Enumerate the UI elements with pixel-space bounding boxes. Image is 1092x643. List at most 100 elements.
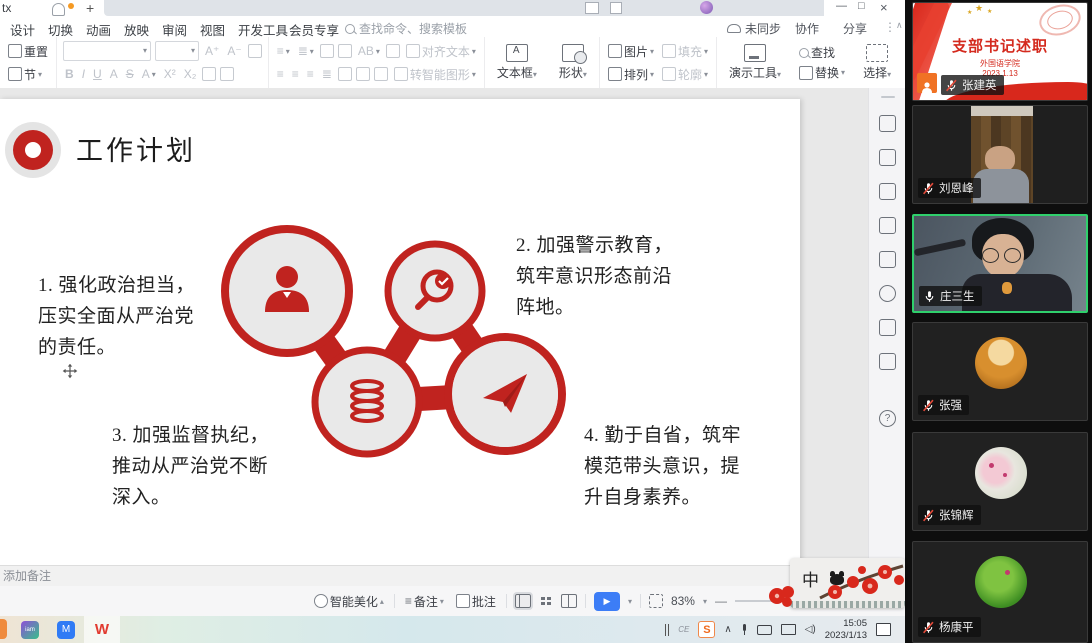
slide-title[interactable]: 工作计划 [76, 129, 196, 168]
tray-volume-icon[interactable]: ◁) [805, 624, 816, 635]
participant-tile-speaking[interactable]: 庄三生 [912, 214, 1088, 313]
maximize-button[interactable]: □ [858, 0, 865, 12]
layout-grid-icon[interactable] [610, 2, 622, 14]
resource-box-icon[interactable] [879, 353, 896, 370]
more-menu-icon[interactable]: ⋮ [884, 20, 896, 34]
slide-sorter-button[interactable] [539, 595, 553, 607]
present-mode-icon[interactable] [585, 2, 599, 14]
zoom-level[interactable]: 83% [671, 594, 695, 608]
effects-icon[interactable] [879, 183, 896, 200]
normal-view-button[interactable] [515, 594, 531, 608]
tray-expand-icon[interactable]: ∧ [724, 624, 731, 635]
spacing2-icon[interactable] [374, 67, 388, 81]
collapse-ribbon-icon[interactable]: ∧ [896, 20, 903, 31]
select-button[interactable]: 选择▾ [857, 39, 897, 86]
smart-beautify-button[interactable]: 智能美化 ▴ [312, 593, 386, 610]
taskbar-m-app[interactable]: M [48, 616, 84, 643]
bullet-list-button[interactable]: ≡▾ [275, 44, 292, 58]
shape-button[interactable]: 形状▾ [553, 39, 593, 86]
find-button[interactable]: 查找 [797, 44, 847, 61]
participant-tile-avatar[interactable]: 张锦辉 [912, 432, 1088, 531]
increase-font-button[interactable]: A⁺ [203, 44, 221, 58]
sogou-ime-icon[interactable]: S [698, 621, 715, 638]
justify-button[interactable]: ≣ [320, 67, 334, 81]
collaborate-button[interactable]: 协作 [795, 20, 819, 37]
ai-assistant-icon[interactable] [879, 115, 896, 132]
present-tools-button[interactable]: 演示工具▾ [723, 39, 787, 86]
reset-button[interactable]: 重置 [6, 43, 50, 60]
taskbar-iam-app[interactable]: iam [12, 616, 48, 643]
strikethrough-button[interactable]: S [124, 67, 136, 81]
picture-button[interactable]: 图片▾ [606, 43, 656, 60]
taskbar-clock[interactable]: 15:05 2023/1/13 [825, 618, 867, 642]
text-direction-button[interactable]: AB▾ [356, 44, 382, 58]
properties-icon[interactable] [879, 149, 896, 166]
italic-button[interactable]: I [80, 67, 87, 81]
underline-button[interactable]: U [91, 67, 104, 81]
replace-button[interactable]: 替换▾ [797, 64, 847, 81]
circle-diagram[interactable] [215, 214, 575, 464]
section-button[interactable]: 节▾ [6, 66, 44, 83]
sync-status[interactable]: 未同步 [727, 20, 781, 37]
new-slide-icon[interactable] [879, 217, 896, 234]
increase-indent-icon[interactable] [338, 44, 352, 58]
textbox-button[interactable]: 文本框▾ [491, 39, 543, 86]
smart-graphic-button[interactable]: 转智能图形▾ [392, 66, 478, 83]
slide-point-4[interactable]: 4. 勤于自省，筑牢 模范带头意识，提 升自身素养。 [584, 421, 769, 513]
shadow-button[interactable]: A [108, 67, 120, 81]
notes-toggle-button[interactable]: ≡ 备注 ▾ [403, 593, 446, 610]
slide[interactable]: 工作计划 1. 强化政治担当， 压实全面从严治党 的责任。 2. 加强警示教育，… [0, 99, 800, 565]
taskbar-wps-app[interactable]: W [84, 616, 120, 643]
arrange-button[interactable]: 排列▾ [606, 66, 656, 83]
tray-mic-icon[interactable] [741, 624, 748, 636]
participant-tile-share[interactable]: ★ ★ ★ 支部书记述职 外国语学院 2023.1.13 [912, 2, 1088, 101]
ime-widget[interactable]: 中 [768, 556, 905, 616]
line-spacing-icon[interactable] [386, 44, 400, 58]
outline-button[interactable]: 轮廓▾ [660, 66, 710, 83]
new-tab-button[interactable]: + [86, 0, 94, 16]
fit-slide-icon[interactable] [649, 594, 663, 608]
clear-format-icon[interactable] [248, 44, 262, 58]
number-list-button[interactable]: ≣▾ [296, 44, 316, 58]
taskbar-edge-icon[interactable] [0, 619, 7, 639]
slide-canvas[interactable]: 工作计划 1. 强化政治担当， 压实全面从严治党 的责任。 2. 加强警示教育，… [0, 88, 868, 565]
participant-tile-video[interactable]: 刘恩峰 [912, 105, 1088, 204]
fill-button[interactable]: 填充▾ [660, 43, 710, 60]
highlight-icon[interactable] [220, 67, 234, 81]
slideshow-play-button[interactable]: ▶ [594, 592, 620, 611]
reading-icon[interactable] [879, 319, 896, 336]
tray-projector-icon[interactable] [757, 625, 772, 635]
participant-tile-avatar[interactable]: 杨康平 [912, 541, 1088, 643]
font-family-select[interactable]: ▾ [63, 41, 151, 61]
subscript-button[interactable]: X₂ [182, 67, 199, 81]
phonetic-guide-icon[interactable] [202, 67, 216, 81]
panel-handle[interactable] [881, 96, 895, 98]
align-center-button[interactable]: ≡ [290, 67, 301, 81]
play-options-caret[interactable]: ▾ [628, 597, 632, 606]
show-desktop-button[interactable] [876, 623, 891, 636]
notification-bell-icon[interactable] [52, 3, 65, 16]
font-color-button[interactable]: A▾ [140, 67, 158, 81]
font-size-select[interactable]: ▾ [155, 41, 199, 61]
zoom-out-button[interactable]: — [715, 594, 727, 608]
command-search[interactable]: 查找命令、搜索模板 [345, 20, 467, 37]
image-tools-icon[interactable] [879, 251, 896, 268]
align-text-button[interactable]: 对齐文本▾ [404, 43, 478, 60]
tray-display-icon[interactable] [781, 624, 796, 635]
document-tab[interactable]: tx [2, 1, 11, 15]
spacing1-icon[interactable] [356, 67, 370, 81]
bold-button[interactable]: B [63, 67, 76, 81]
ime-state[interactable]: CE [678, 625, 689, 634]
align-left-button[interactable]: ≡ [275, 67, 286, 81]
participant-tile-avatar[interactable]: 张强 [912, 322, 1088, 421]
help-icon[interactable]: ? [879, 410, 896, 427]
minimize-button[interactable]: — [836, 0, 847, 12]
superscript-button[interactable]: X² [162, 67, 178, 81]
slide-point-1[interactable]: 1. 强化政治担当， 压实全面从严治党 的责任。 [38, 271, 233, 363]
close-button[interactable]: × [880, 0, 888, 15]
align-right-button[interactable]: ≡ [305, 67, 316, 81]
account-avatar[interactable] [700, 1, 713, 14]
decrease-font-button[interactable]: A⁻ [225, 44, 243, 58]
decrease-indent-icon[interactable] [320, 44, 334, 58]
inspiration-icon[interactable] [879, 285, 896, 302]
